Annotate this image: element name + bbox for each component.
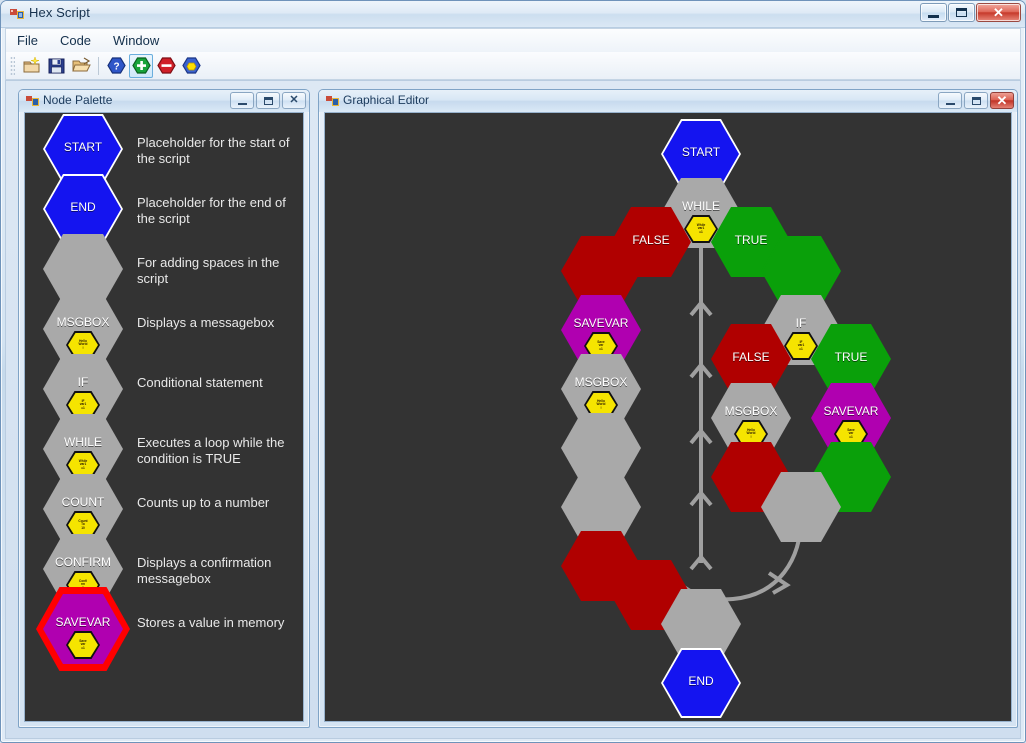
editor-maximize-button[interactable] <box>964 92 988 109</box>
hex-badge-text: Hello World ! <box>746 427 756 439</box>
palette-item-description: Placeholder for the start of the script <box>137 135 290 166</box>
tool-bar: ? <box>5 52 1021 80</box>
run-hex-icon[interactable] <box>179 54 203 78</box>
palette-item-description: Counts up to a number <box>137 495 270 510</box>
editor-minimize-button[interactable] <box>938 92 962 109</box>
hex-fill <box>663 650 739 716</box>
palette-item-savevar[interactable]: SAVEVAR Save var =1 Stores a value in memo… <box>25 587 303 671</box>
main-window: Hex Script ✕ File Code Window ? Node Pal… <box>0 0 1026 743</box>
palette-item-if[interactable]: IF IF var1 =1 Conditional statement <box>25 354 303 424</box>
hex-badge-text: While var1 =1 <box>78 458 88 470</box>
palette-item-end[interactable]: END Placeholder for the end of the script <box>25 174 303 244</box>
title-bar: Hex Script ✕ <box>1 1 1025 28</box>
svg-text:?: ? <box>113 62 119 73</box>
hex-fill <box>45 176 121 242</box>
open-folder-icon[interactable] <box>69 54 93 78</box>
hex-badge-text: Hello World ! <box>596 398 606 410</box>
palette-item-description: Displays a confirmation messagebox <box>137 555 272 586</box>
window-title: Hex Script <box>29 5 90 20</box>
window-controls: ✕ <box>920 3 1021 22</box>
help-hex-icon[interactable]: ? <box>104 54 128 78</box>
palette-maximize-button[interactable] <box>256 92 280 109</box>
mdi-child-icon <box>326 96 339 106</box>
node-graph[interactable]: START WHILE While var1 =1 FALSE TRUE SAVEVAR S… <box>325 113 1011 721</box>
hex-badge-text: IF var1 =1 <box>797 339 805 351</box>
graphical-editor-window: Graphical Editor ✕ START WHILE While var1 … <box>318 89 1018 728</box>
menu-item-window[interactable]: Window <box>102 29 170 53</box>
palette-item-description: Placeholder for the end of the script <box>137 195 286 226</box>
palette-item-while[interactable]: WHILE While var1 =1 Executes a loop while … <box>25 414 303 484</box>
palette-item-description: Conditional statement <box>137 375 263 390</box>
mdi-child-icon <box>26 96 39 106</box>
toolbar-grip[interactable] <box>10 55 15 76</box>
palette-hex-wrap: SAVEVAR Save var =1 <box>33 587 130 679</box>
editor-close-button[interactable]: ✕ <box>990 92 1014 109</box>
graphical-editor-title-bar: Graphical Editor ✕ <box>319 90 1017 112</box>
hex-border <box>661 648 741 718</box>
app-icon <box>10 9 24 19</box>
node-palette-title: Node Palette <box>43 93 113 107</box>
hex-fill <box>45 116 121 182</box>
palette-item-description: Executes a loop while the condition is T… <box>137 435 285 466</box>
palette-item-count[interactable]: COUNT Count To 10 Counts up to a number <box>25 474 303 544</box>
palette-item-msgbox[interactable]: MSGBOX Hello World ! Displays a messagebox <box>25 294 303 364</box>
palette-item-description: Stores a value in memory <box>137 615 285 630</box>
hex-badge-text: While var1 =1 <box>696 222 706 234</box>
save-icon[interactable] <box>44 54 68 78</box>
add-node-hex-icon[interactable] <box>129 53 153 78</box>
minimize-button[interactable] <box>920 3 947 22</box>
node-palette-title-bar: Node Palette ✕ <box>19 90 309 112</box>
mdi-client-area: Node Palette ✕ START Placeholder for the … <box>5 80 1021 739</box>
palette-item-description: For adding spaces in the script <box>137 255 280 286</box>
menu-item-code[interactable]: Code <box>49 29 102 53</box>
new-script-icon[interactable] <box>19 54 43 78</box>
node-palette-canvas: START Placeholder for the start of the sc… <box>24 112 304 722</box>
hex-badge-text: Save var =1 <box>597 339 605 351</box>
hex-fill <box>763 474 839 540</box>
maximize-button[interactable] <box>948 3 975 22</box>
graphical-editor-controls: ✕ <box>938 92 1014 109</box>
hex-badge-text: Hello World ! <box>78 338 88 350</box>
hex-fill <box>45 236 121 302</box>
node-palette-controls: ✕ <box>230 92 306 109</box>
hex-badge-text: Count To 10 <box>78 518 88 530</box>
hex-node[interactable]: SAVEVAR Save var =1 <box>36 587 130 671</box>
node-palette-window: Node Palette ✕ START Placeholder for the … <box>18 89 310 728</box>
graphical-editor-canvas: START WHILE While var1 =1 FALSE TRUE SAVEVAR S… <box>324 112 1012 722</box>
close-button[interactable]: ✕ <box>976 3 1021 22</box>
hex-badge-text: IF var1 =1 <box>79 398 87 410</box>
hex-border <box>761 472 841 542</box>
delete-node-hex-icon[interactable] <box>154 54 178 78</box>
graph-node-space[interactable] <box>761 472 841 542</box>
hex-badge-text: Save var =1 <box>79 638 87 650</box>
palette-minimize-button[interactable] <box>230 92 254 109</box>
menu-bar: File Code Window <box>5 28 1021 52</box>
palette-item-description: Displays a messagebox <box>137 315 275 330</box>
menu-item-file[interactable]: File <box>6 29 49 53</box>
hex-badge-text: Save var =1 <box>847 427 855 439</box>
palette-close-button[interactable]: ✕ <box>282 92 306 109</box>
graphical-editor-title: Graphical Editor <box>343 93 430 107</box>
toolbar-separator <box>98 56 99 75</box>
palette-item-space[interactable]: For adding spaces in the script <box>25 234 303 304</box>
graph-node-end[interactable]: END <box>661 648 741 718</box>
palette-item-start[interactable]: START Placeholder for the start of the sc… <box>25 114 303 184</box>
